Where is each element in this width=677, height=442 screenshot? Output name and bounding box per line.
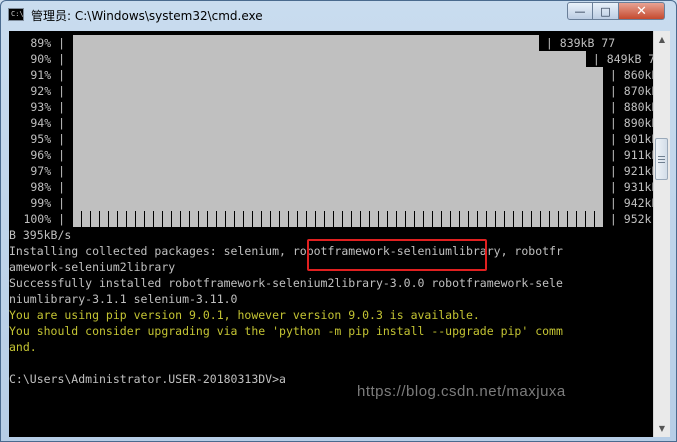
progress-percent: 94% | [30, 116, 65, 130]
progress-bar [73, 211, 603, 227]
pip-warning-line: You are using pip version 9.0.1, however… [9, 308, 480, 322]
progress-bar [73, 67, 603, 83]
minimize-button[interactable]: — [567, 2, 593, 20]
progress-size: | 890kB [603, 116, 653, 130]
progress-row: 91% | | 860kB 7 [9, 67, 653, 83]
progress-bar [73, 99, 603, 115]
progress-row: 95% | | 901kB [9, 131, 653, 147]
progress-size: | 870kB 7 [609, 84, 653, 98]
progress-row: 98% | | 931kB [9, 179, 653, 195]
grip-icon [658, 155, 665, 163]
progress-row: 90% | | 849kB 78 [9, 51, 653, 67]
progress-percent: 89% | [30, 36, 65, 50]
progress-percent: 99% | [30, 196, 65, 210]
cmd-window: C:\ 管理员: C:\Windows\system32\cmd.exe — □… [0, 0, 677, 442]
progress-bar [73, 51, 586, 67]
download-speed-line: B 395kB/s [9, 228, 72, 242]
vertical-scrollbar[interactable]: ▲ ▼ [653, 31, 670, 437]
command-prompt[interactable]: C:\Users\Administrator.USER-20180313DV>a [9, 371, 286, 387]
progress-percent: 100% | [23, 212, 65, 226]
success-line-cont: niumlibrary-3.1.1 selenium-3.11.0 [9, 292, 238, 306]
pip-upgrade-line-cont: and. [9, 340, 37, 354]
title-bar[interactable]: C:\ 管理员: C:\Windows\system32\cmd.exe — □… [1, 1, 676, 29]
progress-percent: 91% | [30, 68, 65, 82]
pip-upgrade-line: You should consider upgrading via the 'p… [9, 324, 563, 338]
progress-size: | 901kB [603, 132, 653, 146]
progress-percent: 93% | [30, 100, 65, 114]
progress-size: | 942kB [603, 196, 653, 210]
console-output[interactable]: 89% | | 839kB 7790% | | 849kB 7891% | | … [9, 31, 653, 437]
progress-row: 92% | | 870kB 7 [9, 83, 653, 99]
progress-row: 94% | | 890kB [9, 115, 653, 131]
progress-bar [73, 147, 603, 163]
progress-size: | 921kB [603, 164, 653, 178]
progress-size: | 860kB 7 [609, 68, 653, 82]
progress-row: 96% | | 911kB [9, 147, 653, 163]
progress-bar [73, 195, 603, 211]
progress-row: 89% | | 839kB 77 [9, 35, 653, 51]
scroll-thumb[interactable] [655, 138, 668, 180]
installing-line-cont: amework-selenium2library [9, 260, 176, 274]
progress-percent: 92% | [30, 84, 65, 98]
progress-row: 97% | | 921kB [9, 163, 653, 179]
maximize-button[interactable]: □ [593, 2, 619, 20]
progress-percent: 95% | [30, 132, 65, 146]
highlight-box [307, 239, 487, 271]
watermark: https://blog.csdn.net/maxjuxa [357, 383, 566, 400]
progress-size: | 839kB 77 [539, 36, 616, 50]
scroll-up-arrow-icon[interactable]: ▲ [654, 31, 670, 48]
progress-size: | 931kB [603, 180, 653, 194]
progress-row: 93% | | 880kB 7 [9, 99, 653, 115]
progress-bar [73, 163, 603, 179]
progress-row: 99% | | 942kB [9, 195, 653, 211]
progress-bar [73, 179, 603, 195]
progress-percent: 97% | [30, 164, 65, 178]
progress-size: | 952k [603, 212, 652, 226]
scroll-down-arrow-icon[interactable]: ▼ [654, 420, 670, 437]
progress-row: 100% | | 952k [9, 211, 653, 227]
window-title: 管理员: C:\Windows\system32\cmd.exe [31, 9, 263, 23]
cmd-icon[interactable]: C:\ [8, 8, 24, 21]
success-line: Successfully installed robotframework-se… [9, 276, 563, 290]
progress-bar [73, 131, 603, 147]
progress-size: | 911kB [603, 148, 653, 162]
progress-percent: 96% | [30, 148, 65, 162]
close-button[interactable]: ✕ [619, 2, 665, 20]
progress-size: | 849kB 78 [592, 52, 653, 66]
progress-bar [73, 115, 603, 131]
progress-percent: 90% | [30, 52, 65, 66]
progress-percent: 98% | [30, 180, 65, 194]
progress-bar [73, 83, 603, 99]
progress-size: | 880kB 7 [609, 100, 653, 114]
progress-bar [73, 35, 539, 51]
